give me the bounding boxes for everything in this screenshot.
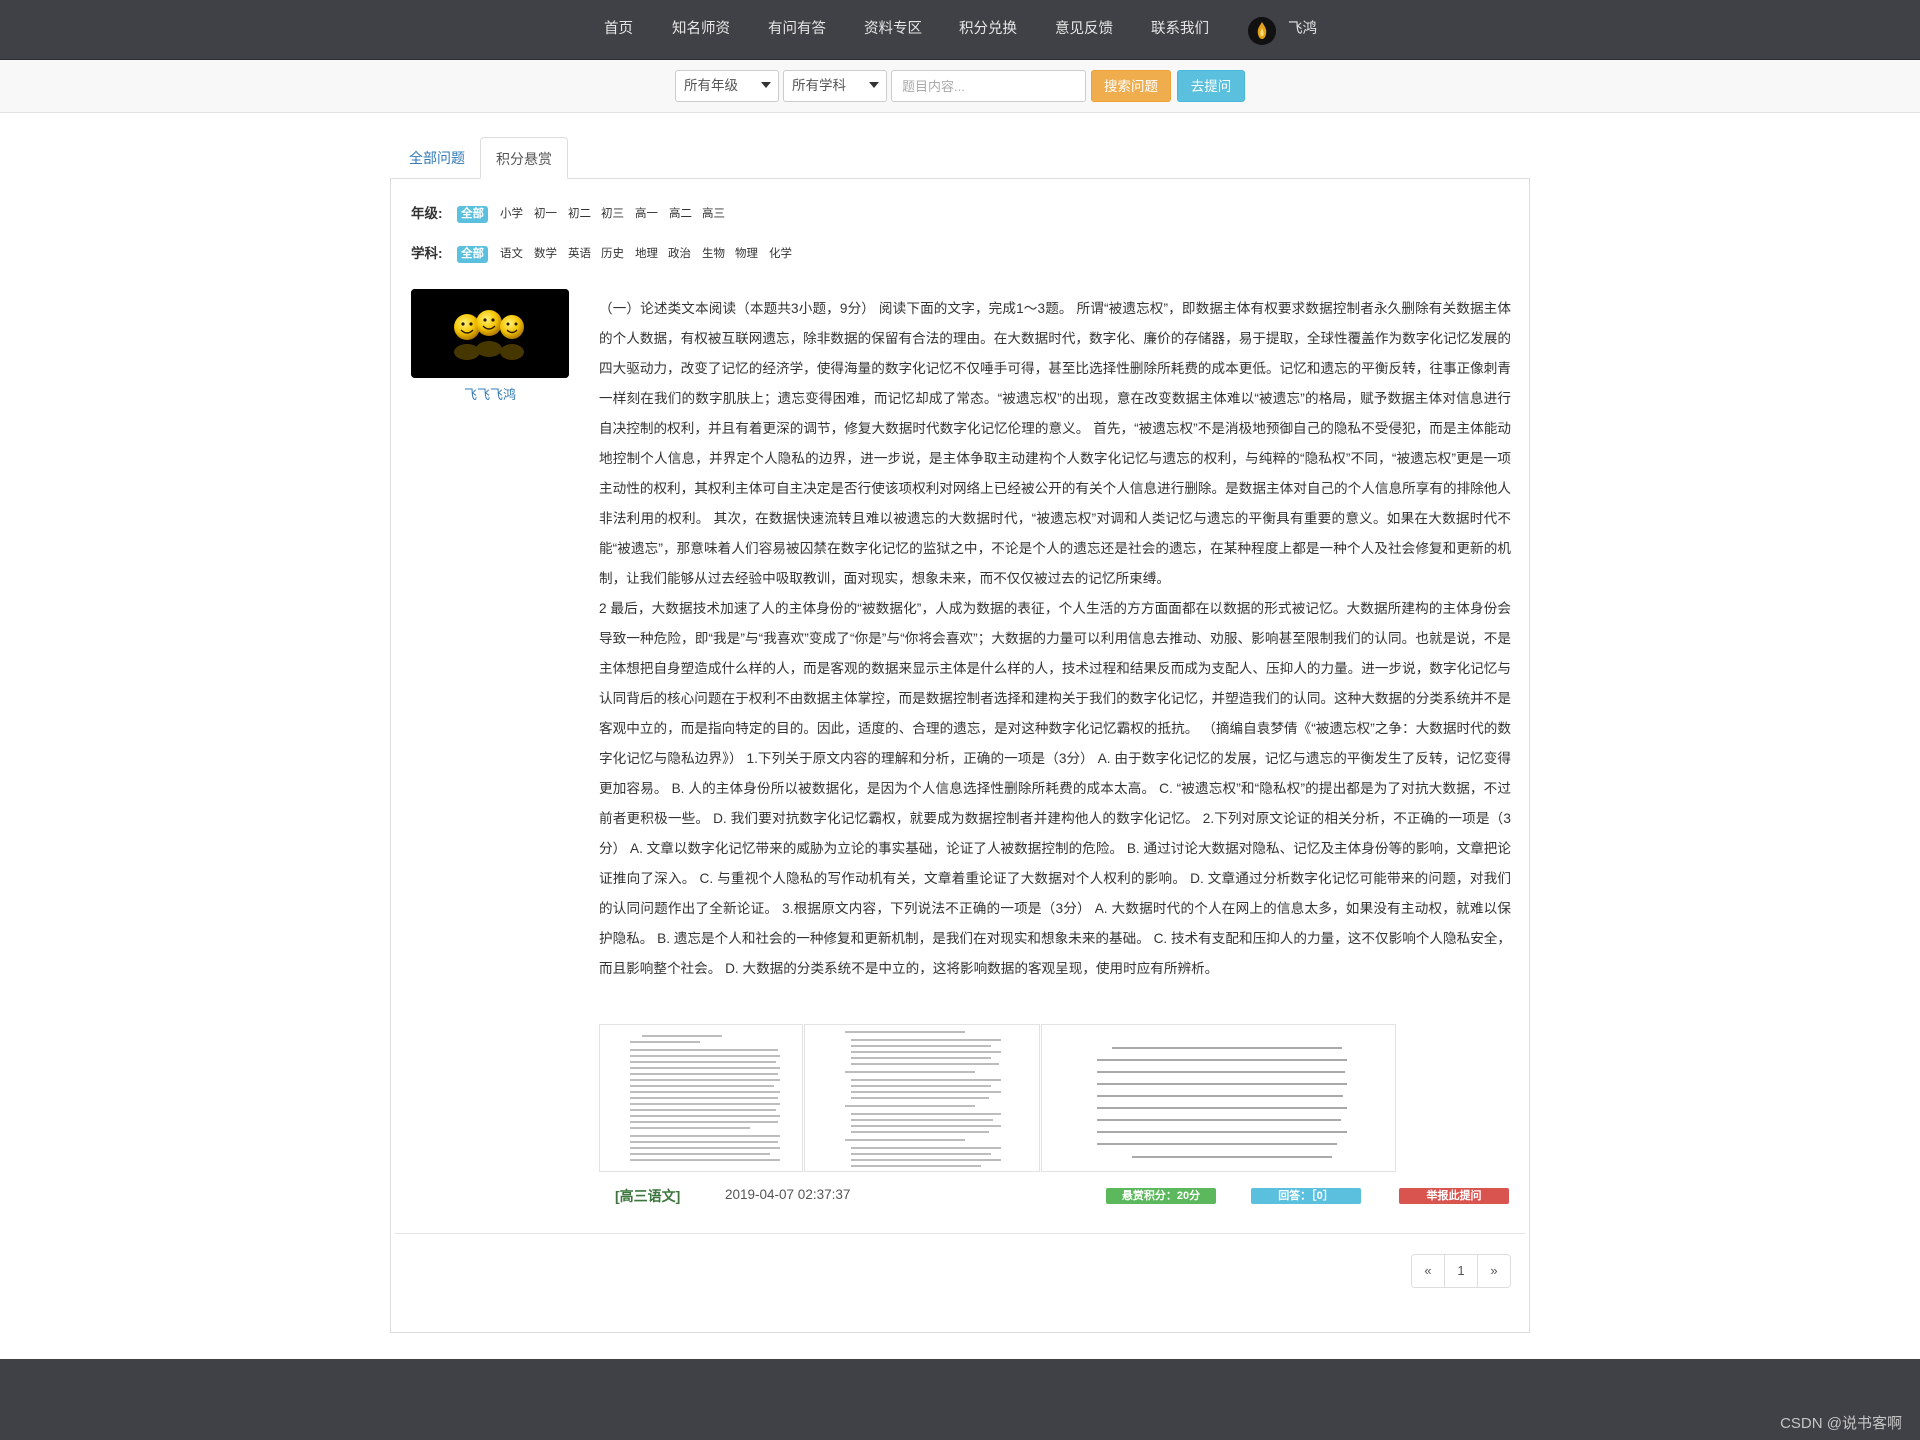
nav-item-qa[interactable]: 有问有答 bbox=[768, 0, 826, 59]
handwritten-page-icon bbox=[1097, 1047, 1347, 1158]
subject-filter-label: 学科: bbox=[411, 246, 443, 261]
question-image-thumbnail-2[interactable] bbox=[804, 1024, 1040, 1172]
pagination-next[interactable]: » bbox=[1478, 1255, 1510, 1287]
subject-chip-biology[interactable]: 生物 bbox=[702, 246, 725, 263]
asker-name-link[interactable]: 飞飞飞鸿 bbox=[411, 384, 569, 403]
pagination: « 1 » bbox=[1411, 1254, 1511, 1288]
nav-item-contact[interactable]: 联系我们 bbox=[1151, 0, 1209, 59]
document-scan-icon bbox=[630, 1035, 780, 1161]
subject-chip-chinese[interactable]: 语文 bbox=[500, 246, 523, 263]
subject-tag[interactable]: [高三语文] bbox=[615, 1186, 680, 1206]
answer-count-badge[interactable]: 回答：［0］ bbox=[1251, 1188, 1361, 1204]
question-image-thumbnail-1[interactable] bbox=[599, 1024, 803, 1172]
grade-filter-label: 年级: bbox=[411, 206, 443, 221]
pagination-prev[interactable]: « bbox=[1412, 1255, 1445, 1287]
subject-chip-geography[interactable]: 地理 bbox=[635, 246, 658, 263]
grade-chip-grade7[interactable]: 初一 bbox=[534, 206, 557, 223]
search-button[interactable]: 搜索问题 bbox=[1091, 70, 1171, 102]
tab-points-reward[interactable]: 积分悬赏 bbox=[480, 137, 568, 179]
grade-chip-grade10[interactable]: 高一 bbox=[635, 206, 658, 223]
user-avatar[interactable] bbox=[1248, 17, 1276, 45]
user-name[interactable]: 飞鸿 bbox=[1288, 0, 1317, 59]
chevron-down-icon bbox=[761, 82, 771, 88]
grade-chip-grade9[interactable]: 初三 bbox=[601, 206, 624, 223]
chevron-down-icon bbox=[869, 82, 879, 88]
page-footer bbox=[0, 1359, 1920, 1440]
asker-avatar[interactable] bbox=[411, 289, 569, 378]
subject-chip-math[interactable]: 数学 bbox=[534, 246, 557, 263]
grade-chip-grade11[interactable]: 高二 bbox=[669, 206, 692, 223]
nav-item-home[interactable]: 首页 bbox=[604, 0, 633, 59]
grade-select[interactable]: 所有年级 bbox=[675, 70, 779, 102]
nav-item-resources[interactable]: 资料专区 bbox=[864, 0, 922, 59]
item-divider bbox=[395, 1233, 1525, 1234]
question-time: 2019-04-07 02:37:37 bbox=[725, 1187, 851, 1202]
keyword-input[interactable] bbox=[891, 70, 1086, 102]
search-bar: 所有年级 所有学科 搜索问题 去提问 bbox=[0, 60, 1920, 113]
avatar-flame-icon bbox=[1248, 17, 1276, 45]
subject-select[interactable]: 所有学科 bbox=[783, 70, 887, 102]
grade-select-value: 所有年级 bbox=[684, 78, 738, 93]
nav-item-feedback[interactable]: 意见反馈 bbox=[1055, 0, 1113, 59]
nav-item-points-exchange[interactable]: 积分兑换 bbox=[959, 0, 1017, 59]
question-image-thumbnail-3[interactable] bbox=[1041, 1024, 1396, 1172]
subject-select-value: 所有学科 bbox=[792, 78, 846, 93]
nav-item-teachers[interactable]: 知名师资 bbox=[672, 0, 730, 59]
document-scan-icon bbox=[845, 1031, 1001, 1167]
grade-chip-all[interactable]: 全部 bbox=[457, 206, 488, 223]
grade-chip-primary[interactable]: 小学 bbox=[500, 206, 523, 223]
reward-points-badge: 悬赏积分：20分 bbox=[1106, 1188, 1216, 1204]
subject-chip-history[interactable]: 历史 bbox=[601, 246, 624, 263]
watermark-text: CSDN @说书客啊 bbox=[1780, 1415, 1902, 1432]
subject-chip-all[interactable]: 全部 bbox=[457, 246, 488, 263]
grade-chip-grade8[interactable]: 初二 bbox=[568, 206, 591, 223]
tab-all-questions[interactable]: 全部问题 bbox=[394, 137, 480, 179]
pagination-page-1[interactable]: 1 bbox=[1445, 1255, 1478, 1287]
question-content: （一）论述类文本阅读（本题共3小题，9分） 阅读下面的文字，完成1～3题。 所谓… bbox=[599, 301, 1511, 976]
subject-chip-politics[interactable]: 政治 bbox=[668, 246, 691, 263]
grade-chip-grade12[interactable]: 高三 bbox=[702, 206, 725, 223]
subject-chip-chemistry[interactable]: 化学 bbox=[769, 246, 792, 263]
smiley-faces-icon bbox=[411, 289, 569, 378]
report-question-button[interactable]: 举报此提问 bbox=[1399, 1188, 1509, 1204]
subject-chip-physics[interactable]: 物理 bbox=[735, 246, 758, 263]
subject-chip-english[interactable]: 英语 bbox=[568, 246, 591, 263]
top-navbar: 首页 知名师资 有问有答 资料专区 积分兑换 意见反馈 联系我们 飞鸿 bbox=[0, 0, 1920, 60]
ask-question-button[interactable]: 去提问 bbox=[1177, 70, 1245, 102]
